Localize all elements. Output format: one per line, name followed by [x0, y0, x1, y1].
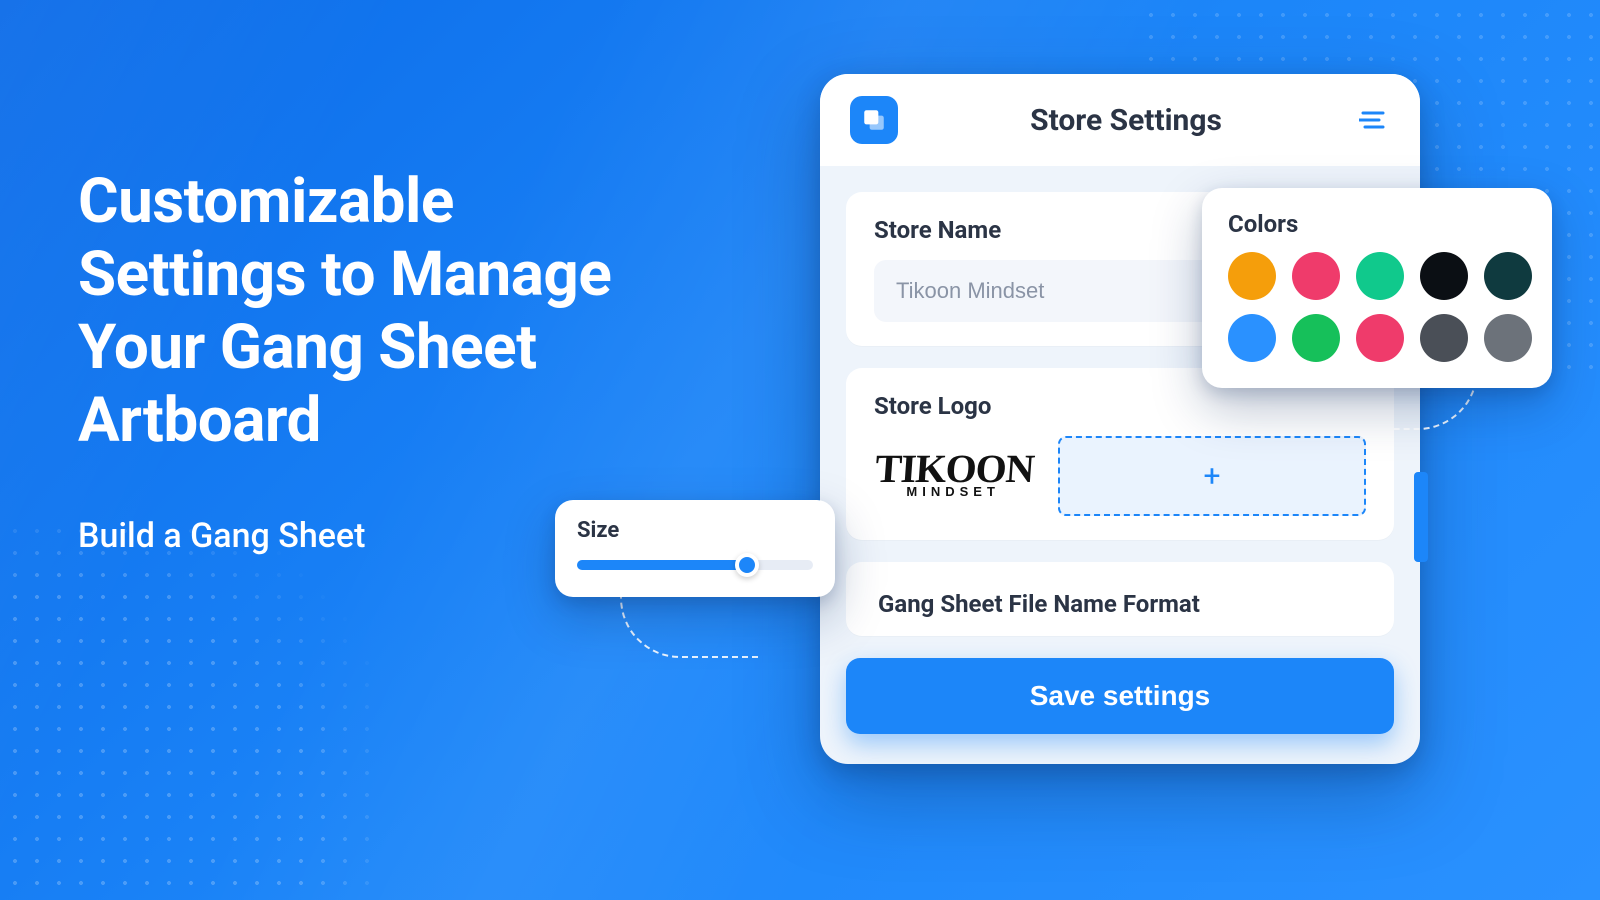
save-settings-button[interactable]: Save settings	[846, 658, 1394, 734]
decor-dots-bottom-left	[0, 520, 380, 900]
size-slider[interactable]	[577, 557, 813, 573]
panel-title: Store Settings	[908, 103, 1344, 138]
promo-stage: Customizable Settings to Manage Your Gan…	[0, 0, 1600, 900]
color-swatch-grid	[1228, 252, 1526, 362]
size-title: Size	[577, 518, 813, 543]
hero-subhead: Build a Gang Sheet	[78, 516, 638, 556]
colors-popover: Colors	[1202, 188, 1552, 388]
slider-thumb[interactable]	[735, 553, 759, 577]
menu-button[interactable]	[1354, 102, 1390, 138]
size-popover: Size	[555, 500, 835, 597]
panel-header: Store Settings	[820, 74, 1420, 166]
settings-panel: Store Settings Store Name Store Logo	[820, 74, 1420, 764]
filename-format-label: Gang Sheet File Name Format	[874, 586, 1366, 618]
slider-fill	[577, 560, 747, 570]
color-swatch-10[interactable]	[1484, 314, 1532, 362]
hero-copy: Customizable Settings to Manage Your Gan…	[78, 165, 638, 556]
plus-icon: +	[1203, 459, 1220, 494]
decor-accent-sliver	[1414, 472, 1428, 562]
filename-card: Gang Sheet File Name Format	[846, 562, 1394, 636]
decor-connector-left	[620, 588, 760, 658]
color-swatch-5[interactable]	[1484, 252, 1532, 300]
color-swatch-7[interactable]	[1292, 314, 1340, 362]
store-logo-preview: TIKOON MINDSET	[871, 436, 1037, 516]
menu-icon	[1359, 110, 1385, 130]
hero-headline: Customizable Settings to Manage Your Gan…	[78, 165, 638, 458]
color-swatch-1[interactable]	[1228, 252, 1276, 300]
color-swatch-3[interactable]	[1356, 252, 1404, 300]
color-swatch-9[interactable]	[1420, 314, 1468, 362]
store-logo-subtext: MINDSET	[874, 487, 1032, 496]
color-swatch-8[interactable]	[1356, 314, 1404, 362]
store-logo-label: Store Logo	[874, 392, 1366, 420]
store-logo-row: TIKOON MINDSET +	[874, 436, 1366, 516]
store-logo-card: Store Logo TIKOON MINDSET +	[846, 368, 1394, 540]
color-swatch-4[interactable]	[1420, 252, 1468, 300]
colors-title: Colors	[1228, 210, 1526, 238]
color-swatch-6[interactable]	[1228, 314, 1276, 362]
color-swatch-2[interactable]	[1292, 252, 1340, 300]
upload-logo-button[interactable]: +	[1058, 436, 1366, 516]
app-logo-icon	[850, 96, 898, 144]
